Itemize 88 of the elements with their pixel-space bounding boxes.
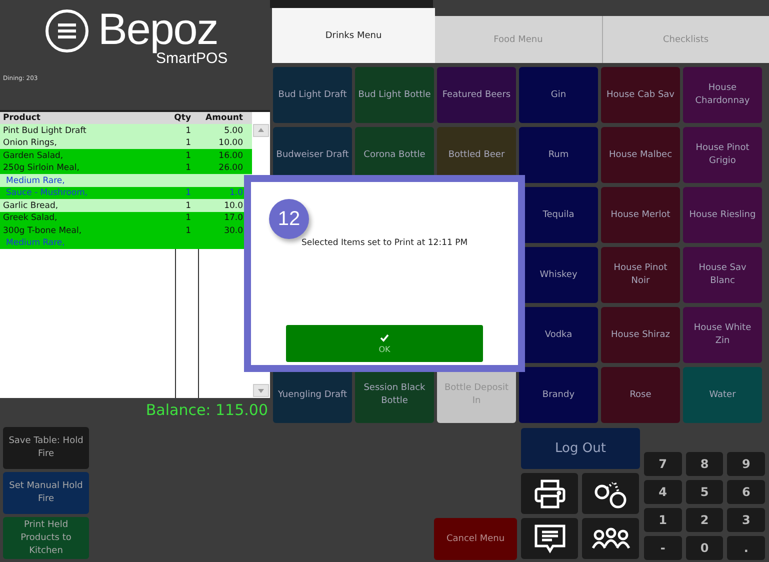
column-header: Amount xyxy=(204,113,244,124)
people-icon xyxy=(590,526,630,550)
message-icon xyxy=(534,524,566,554)
menu-icon xyxy=(44,8,90,54)
table-cell-text: 1 xyxy=(184,200,192,211)
cancel-menu-button[interactable]: Cancel Menu xyxy=(434,518,517,560)
logo-text: Bepoz xyxy=(98,8,218,52)
logo-subtitle: SmartPOS xyxy=(156,50,229,67)
column-header: Qty xyxy=(173,113,192,124)
table-cell-text: Medium Rare, xyxy=(5,176,66,186)
menu-tile[interactable]: Featured Beers xyxy=(437,67,516,123)
keypad-key[interactable]: 5 xyxy=(686,480,724,504)
icon-button[interactable] xyxy=(521,518,578,559)
menu-tile[interactable]: Rum xyxy=(519,127,598,183)
table-cell-text: Greek Salad, xyxy=(2,213,58,224)
table-cell-text: Garden Salad, xyxy=(2,150,64,161)
column-header: Product xyxy=(2,113,42,124)
table-cell-text: 26.00 xyxy=(218,163,244,174)
menu-tile[interactable]: House White Zin xyxy=(683,307,762,363)
menu-tile[interactable]: House Cab Sav xyxy=(601,67,680,123)
table-cell-text: Medium Rare, xyxy=(5,238,66,248)
up-arrow-icon xyxy=(258,128,264,132)
balance-text: Balance: 115.00 xyxy=(144,400,269,422)
order-row[interactable]: Onion Rings, 1 10.00 xyxy=(0,136,252,150)
table-cell-text: Pint Bud Light Draft xyxy=(2,126,88,136)
order-row[interactable]: Pint Bud Light Draft 1 5.00 xyxy=(0,124,252,137)
keypad-key[interactable]: 0 xyxy=(686,536,724,560)
down-arrow-icon xyxy=(258,388,264,393)
table-cell-text: 1 xyxy=(184,226,192,236)
order-row[interactable]: Medium Rare, xyxy=(0,174,252,187)
table-cell-text: 1 xyxy=(184,126,192,136)
table-cell-text: Garlic Bread, xyxy=(2,200,60,211)
action-button[interactable]: Print Held Products to Kitchen xyxy=(3,517,89,559)
icon-button[interactable] xyxy=(582,473,639,514)
dialog-message: Selected Items set to Print at 12:11 PM xyxy=(301,238,468,248)
menu-tile[interactable]: House Riesling xyxy=(683,187,762,243)
table-cell-text: 1 xyxy=(184,213,192,224)
table-cell-text: 1 xyxy=(184,188,192,198)
menu-tile[interactable]: House Pinot Grigio xyxy=(683,127,762,183)
menu-tile[interactable]: House Malbec xyxy=(601,127,680,183)
table-cell-text: 5.00 xyxy=(223,126,244,136)
keypad-key[interactable]: 7 xyxy=(644,452,682,476)
menu-tile[interactable]: House Pinot Noir xyxy=(601,247,680,303)
keypad-key[interactable]: . xyxy=(727,536,765,560)
table-cell-text: 1 xyxy=(184,150,192,161)
printer-icon xyxy=(534,478,566,508)
menu-tile[interactable]: Brandy xyxy=(519,367,598,423)
menu-tab[interactable]: Drinks Menu xyxy=(272,8,435,63)
keypad-key[interactable]: 4 xyxy=(644,480,682,504)
menu-tile[interactable]: House Sav Blanc xyxy=(683,247,762,303)
menu-tile[interactable]: Gin xyxy=(519,67,598,123)
table-cell-text: Onion Rings, xyxy=(2,138,58,148)
keypad-key[interactable]: 6 xyxy=(727,480,765,504)
icon-button[interactable] xyxy=(521,473,578,514)
menu-tile[interactable]: Bud Light Draft xyxy=(273,67,352,123)
count-badge: 12 xyxy=(269,199,309,239)
scroll-down-button[interactable] xyxy=(253,384,269,398)
table-cell-text: 30.0 xyxy=(223,226,244,236)
table-cell-text: Sauce - Mushroom, xyxy=(5,188,89,198)
keypad-key[interactable]: 9 xyxy=(727,452,765,476)
keypad-key[interactable]: 2 xyxy=(686,508,724,532)
action-button[interactable]: Save Table: Hold Fire xyxy=(3,427,89,470)
table-cell-text: 10.0 xyxy=(223,200,244,211)
order-row[interactable]: Garden Salad, 1 16.00 xyxy=(0,149,252,162)
icon-button[interactable] xyxy=(582,518,639,559)
menu-tile[interactable]: Rose xyxy=(601,367,680,423)
table-cell-text: 17.0 xyxy=(223,213,244,224)
action-button[interactable]: Set Manual Hold Fire xyxy=(3,472,89,514)
table-cell-text: 250g Sirloin Meal, xyxy=(2,163,80,174)
table-cell-text: 1.0 xyxy=(228,188,244,198)
check-icon xyxy=(380,334,389,342)
keypad-key[interactable]: 1 xyxy=(644,508,682,532)
keypad-key[interactable]: 3 xyxy=(727,508,765,532)
menu-tile[interactable]: Bud Light Bottle xyxy=(355,67,434,123)
keypad-key[interactable]: - xyxy=(644,536,682,560)
menu-tile[interactable]: House Chardonnay xyxy=(683,67,762,123)
table-cell-text: 1 xyxy=(184,163,192,174)
table-cell-text: 300g T-bone Meal, xyxy=(2,226,83,236)
table-cell-text: 1 xyxy=(184,138,192,148)
menu-tile[interactable]: House Shiraz xyxy=(601,307,680,363)
scroll-up-button[interactable] xyxy=(253,124,269,137)
table-cell-text: 16.00 xyxy=(218,150,244,161)
table-cell-text: 10.00 xyxy=(218,138,244,148)
menu-tile[interactable]: Water xyxy=(683,367,762,423)
keypad-key[interactable]: 8 xyxy=(686,452,724,476)
order-row[interactable]: 250g Sirloin Meal, 1 26.00 xyxy=(0,162,252,174)
menu-tile[interactable]: House Merlot xyxy=(601,187,680,243)
logout-button[interactable]: Log Out xyxy=(521,428,640,469)
